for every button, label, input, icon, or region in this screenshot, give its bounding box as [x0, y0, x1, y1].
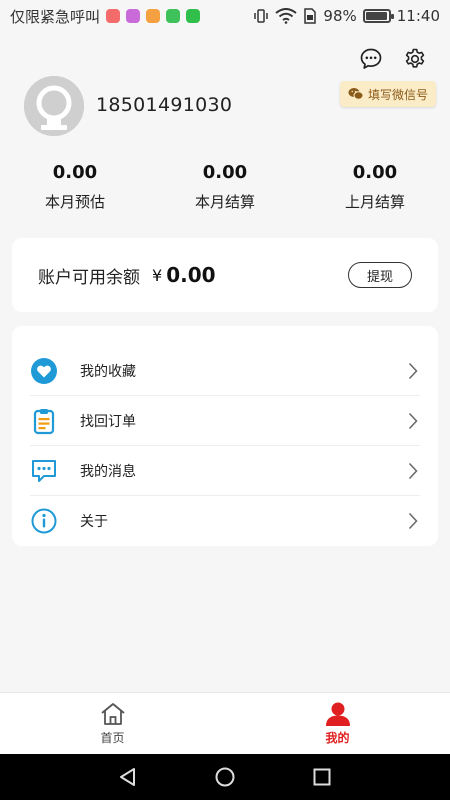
- chevron-right-icon: [406, 461, 420, 481]
- home-circle-icon[interactable]: [214, 766, 236, 788]
- currency-symbol: ¥: [152, 265, 163, 285]
- menu-item-messages[interactable]: 我的消息: [30, 446, 420, 496]
- info-icon: [30, 507, 58, 535]
- stat-last-month-settled[interactable]: 0.00 上月结算: [300, 162, 450, 212]
- chat-bubble-icon: [360, 48, 382, 69]
- chevron-right-icon: [406, 411, 420, 431]
- app-notification-icon: [126, 9, 141, 23]
- status-left: 仅限紧急呼叫: [10, 6, 201, 27]
- stat-label: 上月结算: [344, 193, 405, 211]
- settings-button[interactable]: [402, 46, 428, 72]
- avatar[interactable]: [24, 76, 84, 136]
- heart-icon: [30, 357, 58, 385]
- message-button[interactable]: [358, 46, 384, 72]
- stat-value: 0.00: [52, 162, 98, 183]
- stat-label: 本月结算: [194, 193, 255, 211]
- balance-label: 账户可用余额: [38, 267, 140, 288]
- battery-icon: [362, 9, 394, 23]
- earnings-stats: 0.00 本月预估 0.00 本月结算 0.00 上月结算: [0, 162, 450, 212]
- header-actions: [358, 46, 428, 72]
- message-icon: [30, 457, 58, 485]
- battery-level: [365, 12, 388, 20]
- sim-icon: [304, 8, 317, 24]
- menu-item-recover-order[interactable]: 找回订单: [30, 396, 420, 446]
- back-triangle-icon[interactable]: [117, 766, 139, 788]
- person-icon: [325, 702, 350, 726]
- battery-percent: 98%: [323, 7, 357, 25]
- menu-label: 找回订单: [80, 413, 136, 430]
- menu-label: 关于: [80, 514, 108, 530]
- status-bar: 仅限紧急呼叫 98% 11:40: [0, 0, 450, 32]
- status-right: 98% 11:40: [253, 7, 440, 25]
- wechat-icon: [348, 88, 364, 100]
- stat-month-settled[interactable]: 0.00 本月结算: [150, 162, 300, 212]
- default-avatar-icon: [24, 76, 84, 136]
- stat-value: 0.00: [352, 162, 398, 183]
- clock: 11:40: [396, 7, 440, 25]
- wechat-notification-icon: [186, 9, 201, 23]
- app-notification-icon: [166, 9, 181, 23]
- tab-mine-label: 我的: [325, 731, 350, 745]
- vibrate-icon: [254, 9, 269, 23]
- app-notification-icon: [106, 9, 121, 23]
- home-icon: [100, 703, 125, 725]
- menu-item-about[interactable]: 关于: [30, 496, 420, 546]
- carrier-text: 仅限紧急呼叫: [10, 7, 101, 26]
- wechat-badge-label: 填写微信号: [367, 87, 428, 102]
- clipboard-icon: [30, 407, 58, 435]
- tab-mine[interactable]: 我的: [225, 693, 450, 754]
- stat-value: 0.00: [202, 162, 248, 183]
- user-phone: 18501491030: [96, 94, 233, 116]
- bottom-tab-bar: 首页 我的: [0, 692, 450, 754]
- wifi-icon: [275, 8, 298, 24]
- menu-label: 我的收藏: [80, 363, 136, 380]
- withdraw-button[interactable]: 提现: [348, 262, 412, 288]
- menu-card: 我的收藏 找回订单 我的消息 关于: [12, 326, 438, 546]
- app-notification-icon: [146, 9, 161, 23]
- gear-icon: [405, 48, 425, 68]
- stat-label: 本月预估: [44, 193, 105, 211]
- system-nav-bar: [0, 754, 450, 800]
- recents-square-icon[interactable]: [311, 766, 333, 788]
- tab-home-label: 首页: [100, 731, 125, 745]
- balance-card: 账户可用余额 ¥ 0.00 提现: [12, 238, 438, 312]
- tab-home[interactable]: 首页: [0, 693, 225, 754]
- chevron-right-icon: [406, 361, 420, 381]
- menu-item-favorites[interactable]: 我的收藏: [30, 346, 420, 396]
- balance-amount: 0.00: [166, 263, 216, 287]
- stat-month-estimate[interactable]: 0.00 本月预估: [0, 162, 150, 212]
- menu-label: 我的消息: [80, 463, 136, 480]
- chevron-right-icon: [406, 511, 420, 531]
- fill-wechat-button[interactable]: 填写微信号: [339, 81, 436, 107]
- profile-header: 填写微信号 18501491030 0.00 本月预估 0.00 本月结算 0.…: [0, 32, 450, 232]
